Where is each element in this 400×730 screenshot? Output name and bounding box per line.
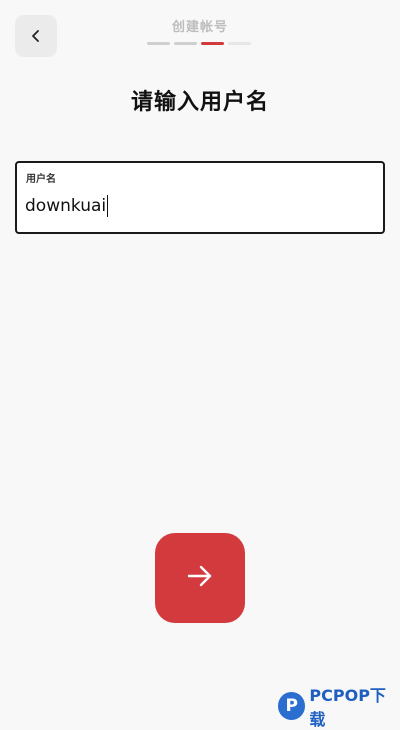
step-title: 创建帐号	[171, 20, 228, 35]
page-title: 请输入用户名	[130, 90, 269, 115]
text-caret	[107, 195, 109, 217]
username-input[interactable]: downkuai	[25, 193, 365, 219]
progress-step-4	[228, 42, 251, 45]
progress-step-3-current	[201, 42, 224, 45]
step-progress	[147, 42, 251, 45]
username-value: downkuai	[25, 196, 107, 216]
username-field[interactable]: 用户名 downkuai	[15, 161, 385, 234]
arrow-right-icon	[185, 561, 215, 595]
username-label: 用户名	[26, 174, 56, 185]
next-button[interactable]	[155, 533, 245, 623]
watermark-logo: P	[278, 692, 306, 720]
progress-step-1	[147, 42, 170, 45]
watermark: P PCPOP下载	[278, 682, 400, 730]
watermark-text: PCPOP下载	[309, 686, 386, 729]
progress-step-2	[174, 42, 197, 45]
